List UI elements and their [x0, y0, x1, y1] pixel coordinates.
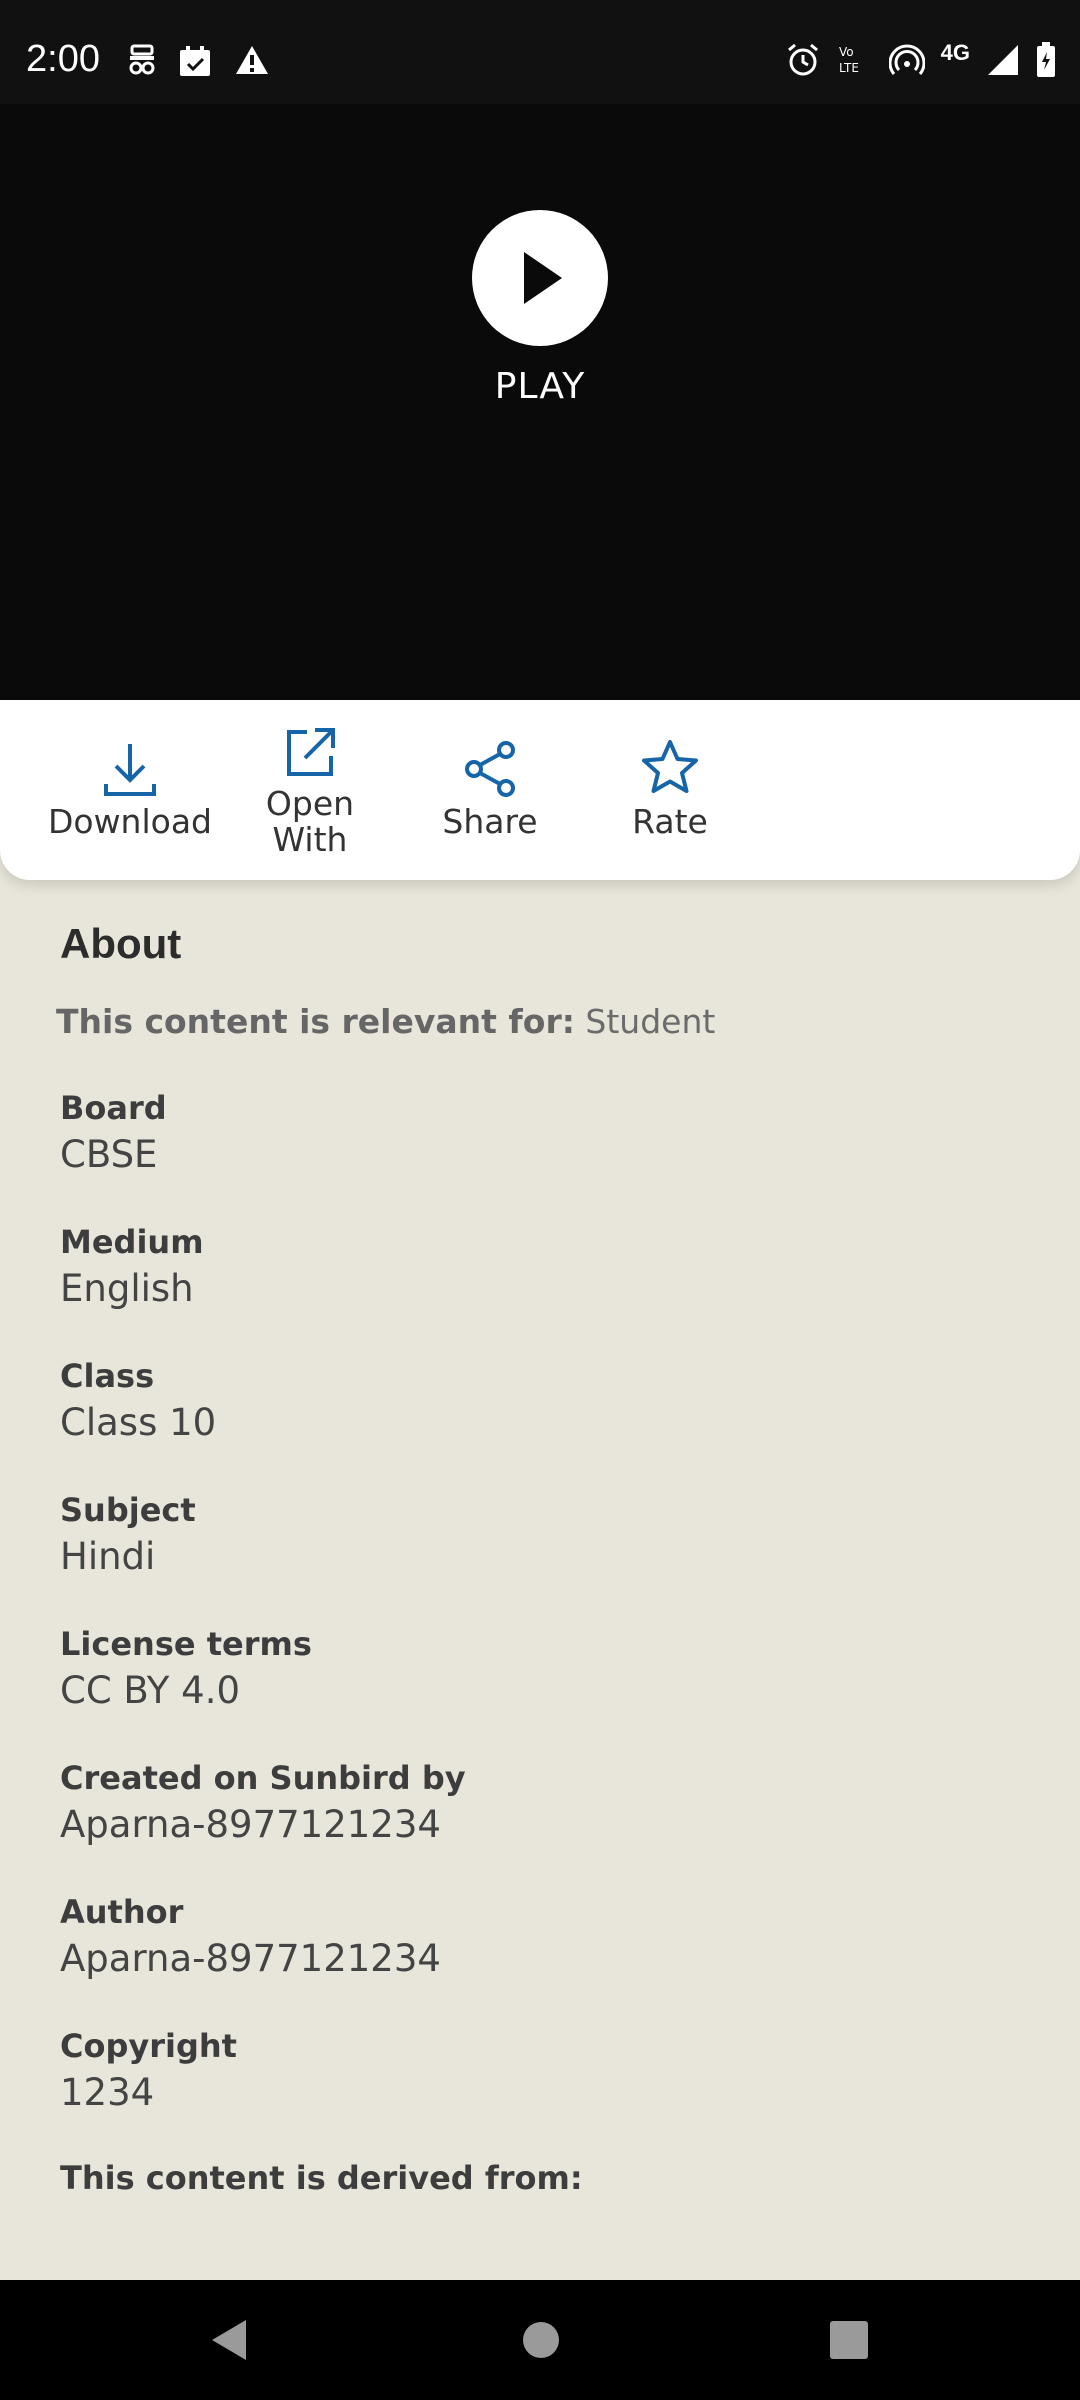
back-icon[interactable] — [206, 2316, 250, 2364]
play-icon — [524, 252, 562, 304]
alarm-icon — [787, 43, 818, 76]
field-label: Medium — [60, 1223, 204, 1261]
signal-icon — [988, 45, 1018, 75]
field-value: English — [60, 1267, 194, 1310]
open-external-icon — [287, 728, 335, 776]
open-with-label: Open With — [265, 784, 355, 859]
board-field: Board CBSE — [60, 1087, 1040, 1181]
medium-field: Medium English — [60, 1221, 1040, 1315]
derived-from-label: This content is derived from: — [60, 2159, 583, 2197]
about-title: About — [60, 920, 182, 967]
field-label: Copyright — [60, 2027, 237, 2065]
video-player[interactable]: PLAY — [0, 104, 1080, 724]
star-icon — [642, 740, 698, 793]
content-actions-bar: Download Open With Share Rate — [0, 700, 1080, 880]
field-value: 1234 — [60, 2071, 155, 2114]
volte-icon: Vo LTE — [839, 45, 859, 75]
created-by-field: Created on Sunbird by Aparna-8977121234 — [60, 1757, 1040, 1851]
download-icon — [104, 744, 156, 796]
share-icon — [465, 741, 515, 797]
field-value: Aparna-8977121234 — [60, 1803, 441, 1846]
incognito-icon — [129, 44, 155, 75]
field-value: CBSE — [60, 1133, 158, 1176]
rate-label: Rate — [632, 802, 708, 841]
status-bar: 2:00 Vo LTE 4G — [0, 0, 1080, 104]
calendar-icon — [180, 46, 210, 76]
copyright-field: Copyright 1234 — [60, 2025, 1040, 2119]
field-label: Subject — [60, 1491, 196, 1529]
svg-text:LTE: LTE — [839, 61, 859, 75]
battery-icon — [1037, 42, 1055, 77]
svg-text:Vo: Vo — [839, 45, 854, 59]
share-label: Share — [442, 802, 538, 841]
home-icon[interactable] — [520, 2316, 562, 2364]
field-label: Class — [60, 1357, 155, 1395]
play-label[interactable]: PLAY — [0, 366, 1080, 407]
hotspot-icon — [888, 44, 925, 75]
warning-icon — [236, 46, 268, 74]
download-button[interactable]: Download — [40, 740, 220, 840]
download-label: Download — [47, 802, 213, 841]
subject-field: Subject Hindi — [60, 1489, 1040, 1583]
network-type-label: 4G — [940, 40, 970, 65]
status-left-icons — [128, 44, 270, 78]
author-field: Author Aparna-8977121234 — [60, 1891, 1040, 1985]
field-value: Class 10 — [60, 1401, 217, 1444]
relevant-for-label: This content is relevant for: — [56, 1002, 575, 1041]
about-section: About This content is relevant for: Stud… — [56, 920, 1040, 2197]
field-value: Aparna-8977121234 — [60, 1937, 441, 1980]
field-label: Created on Sunbird by — [60, 1759, 466, 1797]
field-value: CC BY 4.0 — [60, 1669, 240, 1712]
field-label: Board — [60, 1089, 167, 1127]
open-with-button[interactable]: Open With — [220, 726, 400, 858]
relevant-for: This content is relevant for: Student — [56, 1002, 1040, 1041]
class-field: Class Class 10 — [60, 1355, 1040, 1449]
license-field: License terms CC BY 4.0 — [60, 1623, 1040, 1717]
share-button[interactable]: Share — [400, 740, 580, 840]
status-time: 2:00 — [26, 38, 100, 80]
status-right-icons: Vo LTE 4G — [785, 40, 1056, 78]
relevant-for-value: Student — [585, 1002, 716, 1041]
field-label: License terms — [60, 1625, 312, 1663]
field-value: Hindi — [60, 1535, 156, 1578]
rate-button[interactable]: Rate — [580, 738, 760, 840]
play-button[interactable] — [472, 210, 608, 346]
recents-icon[interactable] — [828, 2316, 870, 2364]
field-label: Author — [60, 1893, 184, 1931]
system-navigation-bar — [0, 2280, 1080, 2400]
